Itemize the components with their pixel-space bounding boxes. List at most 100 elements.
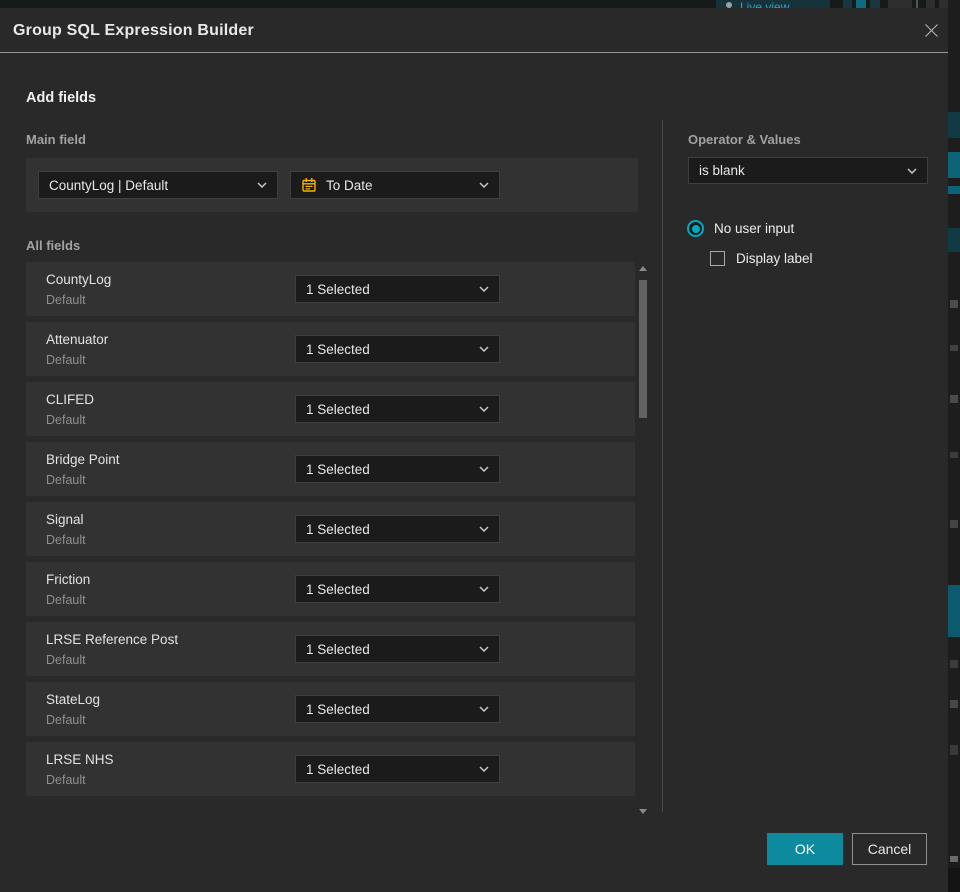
chevron-down-icon <box>907 167 917 174</box>
field-row: CLIFED Default 1 Selected <box>26 382 635 436</box>
field-row: Signal Default 1 Selected <box>26 502 635 556</box>
field-row: Attenuator Default 1 Selected <box>26 322 635 376</box>
background-app-fragment <box>948 868 960 892</box>
field-source: Default <box>46 293 86 307</box>
selected-count: 1 Selected <box>306 281 370 297</box>
background-app-fragment <box>856 0 866 8</box>
field-name: LRSE Reference Post <box>46 632 179 647</box>
live-view-button[interactable]: Live view <box>716 0 830 8</box>
field-source: Default <box>46 773 86 787</box>
calendar-icon <box>302 178 316 192</box>
field-source: Default <box>46 713 86 727</box>
background-app-fragment <box>948 152 960 178</box>
operator-select[interactable]: is blank <box>688 157 928 184</box>
background-app-fragment <box>870 0 880 8</box>
background-app-fragment <box>950 300 958 308</box>
no-user-input-label: No user input <box>714 221 795 236</box>
panel-divider <box>662 120 663 812</box>
field-row: CountyLog Default 1 Selected <box>26 262 635 316</box>
field-name: Friction <box>46 572 91 587</box>
background-app-sidebar <box>948 0 960 892</box>
display-label-checkbox[interactable]: Display label <box>710 251 813 266</box>
chevron-down-icon <box>479 466 489 472</box>
close-button[interactable] <box>921 21 941 41</box>
dialog-title: Group SQL Expression Builder <box>13 22 254 39</box>
scrollbar-thumb[interactable] <box>639 280 647 418</box>
ok-button[interactable]: OK <box>767 833 843 865</box>
field-source: Default <box>46 473 86 487</box>
field-name: CLIFED <box>46 392 95 407</box>
main-field-label: Main field <box>26 132 86 147</box>
no-user-input-radio[interactable]: No user input <box>687 220 794 237</box>
chevron-down-icon <box>257 182 267 188</box>
chevron-down-icon <box>479 346 489 352</box>
background-app-fragment <box>950 700 958 708</box>
operator-values-label: Operator & Values <box>688 132 801 147</box>
field-name: StateLog <box>46 692 101 707</box>
background-app-fragment <box>950 345 958 351</box>
main-field-select-value: CountyLog | Default <box>49 177 169 193</box>
checkbox-unchecked-icon <box>710 251 725 266</box>
selected-count: 1 Selected <box>306 701 370 717</box>
field-row: LRSE NHS Default 1 Selected <box>26 742 635 796</box>
field-values-select[interactable]: 1 Selected <box>295 335 500 363</box>
scroll-down-arrow-icon[interactable] <box>639 809 647 814</box>
background-app-fragment <box>950 660 958 668</box>
chevron-down-icon <box>479 286 489 292</box>
background-app-fragment <box>950 452 958 458</box>
field-values-select[interactable]: 1 Selected <box>295 635 500 663</box>
dialog-titlebar: Group SQL Expression Builder <box>0 8 948 53</box>
selected-count: 1 Selected <box>306 761 370 777</box>
chevron-down-icon <box>479 646 489 652</box>
screen: Live view Group SQL Expression Builder A… <box>0 0 960 892</box>
selected-count: 1 Selected <box>306 461 370 477</box>
field-values-select[interactable]: 1 Selected <box>295 755 500 783</box>
scrollbar[interactable] <box>638 262 648 816</box>
chevron-down-icon <box>479 526 489 532</box>
field-row: LRSE Reference Post Default 1 Selected <box>26 622 635 676</box>
cancel-button[interactable]: Cancel <box>852 833 927 865</box>
main-field-select[interactable]: CountyLog | Default <box>38 171 278 199</box>
all-fields-label: All fields <box>26 238 81 253</box>
field-row: Friction Default 1 Selected <box>26 562 635 616</box>
radio-selected-icon <box>687 220 704 237</box>
background-app-fragment <box>888 0 912 8</box>
background-app-fragment <box>950 856 958 862</box>
field-values-select[interactable]: 1 Selected <box>295 695 500 723</box>
chevron-down-icon <box>479 766 489 772</box>
field-source: Default <box>46 413 86 427</box>
background-app-fragment <box>843 0 852 8</box>
field-values-select[interactable]: 1 Selected <box>295 575 500 603</box>
display-label-text: Display label <box>736 251 813 266</box>
selected-count: 1 Selected <box>306 641 370 657</box>
field-name: CountyLog <box>46 272 112 287</box>
background-app-fragment <box>948 585 960 637</box>
section-title-add-fields: Add fields <box>26 90 97 106</box>
field-values-select[interactable]: 1 Selected <box>295 515 500 543</box>
background-app-topbar: Live view <box>0 0 960 8</box>
field-type-select[interactable]: To Date <box>290 171 500 199</box>
selected-count: 1 Selected <box>306 341 370 357</box>
field-name: Attenuator <box>46 332 109 347</box>
field-values-select[interactable]: 1 Selected <box>295 275 500 303</box>
selected-count: 1 Selected <box>306 401 370 417</box>
selected-count: 1 Selected <box>306 521 370 537</box>
chevron-down-icon <box>479 706 489 712</box>
background-app-fragment <box>916 0 918 8</box>
field-source: Default <box>46 593 86 607</box>
field-row: StateLog Default 1 Selected <box>26 682 635 736</box>
background-app-fragment <box>948 186 960 194</box>
field-values-select[interactable]: 1 Selected <box>295 455 500 483</box>
field-values-select[interactable]: 1 Selected <box>295 395 500 423</box>
close-icon <box>924 24 938 37</box>
field-source: Default <box>46 353 86 367</box>
chevron-down-icon <box>479 586 489 592</box>
background-app-fragment <box>950 745 958 755</box>
selected-count: 1 Selected <box>306 581 370 597</box>
main-field-container: CountyLog | Default To Date <box>26 158 638 212</box>
all-fields-list: CountyLog Default 1 Selected Attenuator Defa… <box>26 262 635 802</box>
background-app-fragment <box>926 0 935 8</box>
field-name: LRSE NHS <box>46 752 114 767</box>
scroll-up-arrow-icon[interactable] <box>639 266 647 271</box>
chevron-down-icon <box>479 406 489 412</box>
